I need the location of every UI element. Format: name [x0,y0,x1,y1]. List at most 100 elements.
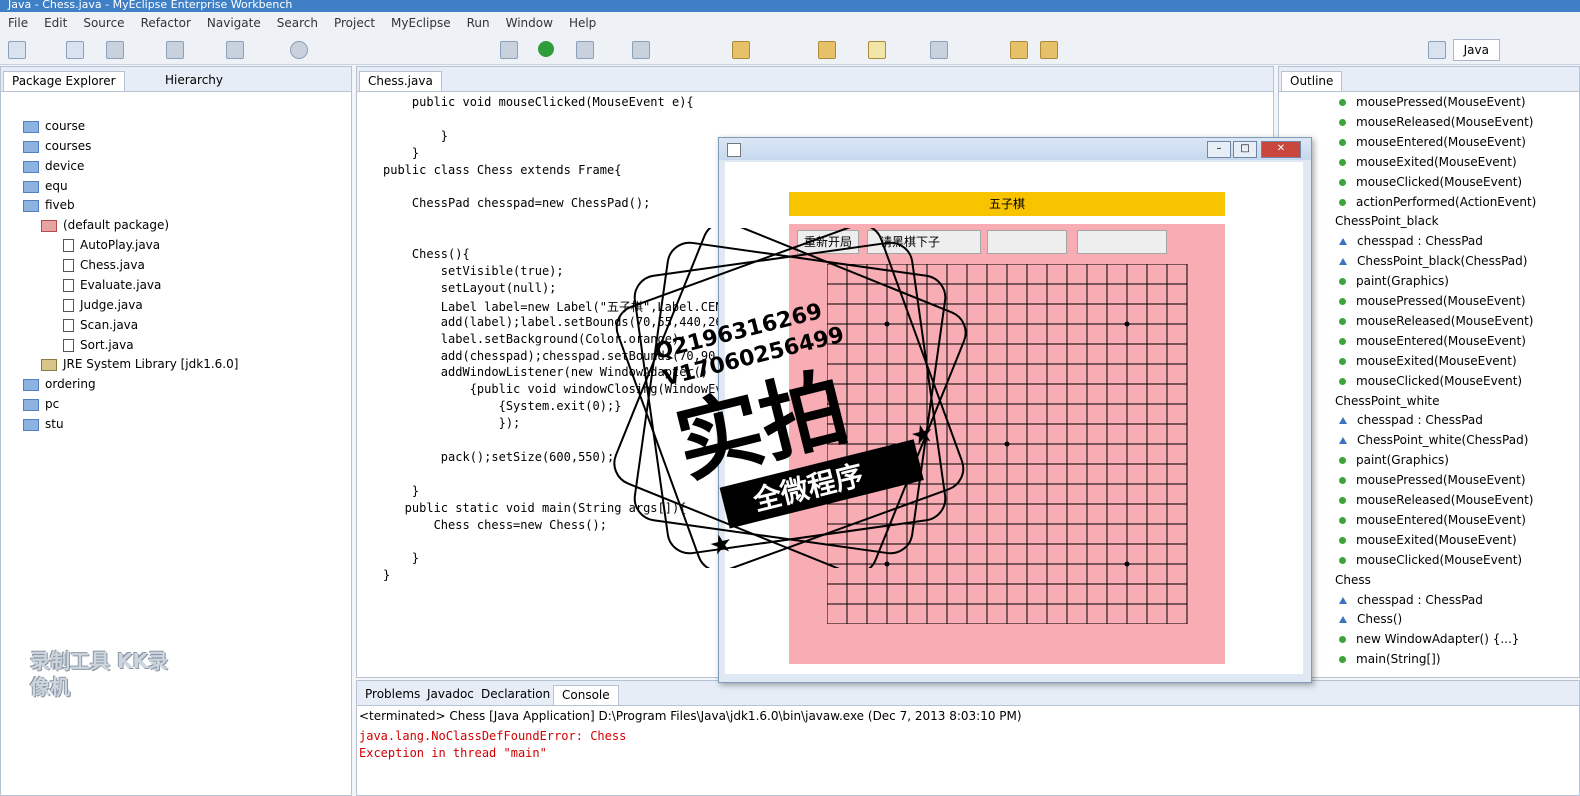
outline-member[interactable]: mouseClicked(MouseEvent) [1339,175,1522,189]
tab-hierarchy[interactable]: Hierarchy [157,71,231,90]
menu-refactor[interactable]: Refactor [133,16,199,30]
tree-item-autoplay[interactable]: AutoPlay.java [63,238,160,252]
tree-item-default-package[interactable]: (default package) [41,218,169,232]
toggle-mark-icon[interactable] [868,41,886,59]
outline-member[interactable]: mouseClicked(MouseEvent) [1339,553,1522,567]
constructor-icon [1339,258,1347,266]
debug-icon[interactable] [500,41,518,59]
tree-item-equ[interactable]: equ [23,179,68,193]
tab-console[interactable]: Console [553,685,619,705]
back-icon[interactable] [1010,41,1028,59]
tree-item-pc[interactable]: pc [23,397,59,411]
outline-member[interactable]: chesspad : ChessPad [1339,234,1483,248]
chess-pad[interactable]: 重新开局 请黑棋下子 [789,224,1225,664]
outline-member[interactable]: mouseClicked(MouseEvent) [1339,374,1522,388]
outline-member[interactable]: mousePressed(MouseEvent) [1339,473,1526,487]
tree-item-courses[interactable]: courses [23,139,91,153]
outline-member[interactable]: mouseReleased(MouseEvent) [1339,314,1533,328]
outline-member[interactable]: mouseExited(MouseEvent) [1339,354,1517,368]
tree-item-device[interactable]: device [23,159,84,173]
outline-class[interactable]: Chess [1335,573,1371,587]
menu-file[interactable]: File [0,16,36,30]
tree-item-evaluate[interactable]: Evaluate.java [63,278,161,292]
tree-item-fiveb[interactable]: fiveb [23,198,75,212]
outline-member[interactable]: ChessPoint_black(ChessPad) [1339,254,1527,268]
run-icon[interactable] [538,41,554,57]
menu-edit[interactable]: Edit [36,16,75,30]
outline-member[interactable]: ChessPoint_white(ChessPad) [1339,433,1528,447]
outline-member[interactable]: mouseExited(MouseEvent) [1339,533,1517,547]
tree-item-jre[interactable]: JRE System Library [jdk1.6.0] [41,357,238,371]
tree-item-judge[interactable]: Judge.java [63,298,143,312]
tree-item-stu[interactable]: stu [23,417,64,431]
outline-member[interactable]: main(String[]) [1339,652,1441,666]
method-icon [1339,497,1346,504]
outline-label: paint(Graphics) [1356,274,1449,289]
globe-icon[interactable] [290,41,308,59]
code-line: } [383,483,420,498]
save-icon[interactable] [66,41,84,59]
menu-myeclipse[interactable]: MyEclipse [383,16,459,30]
tree-item-course[interactable]: course [23,119,85,133]
menu-navigate[interactable]: Navigate [199,16,269,30]
outline-class[interactable]: ChessPoint_black [1335,214,1439,228]
outline-member[interactable]: Chess() [1339,612,1402,626]
open-type-icon[interactable] [732,41,750,59]
tab-problems[interactable]: Problems [357,685,428,704]
tab-declaration[interactable]: Declaration [473,685,558,704]
outline-member[interactable]: mousePressed(MouseEvent) [1339,95,1526,109]
perspective-java[interactable]: Java [1452,39,1500,61]
forward-icon[interactable] [1040,41,1058,59]
tab-chess-java[interactable]: Chess.java [359,71,442,91]
console-header: <terminated> Chess [Java Application] D:… [359,709,1022,723]
gomoku-board[interactable] [827,264,1189,624]
outline-member[interactable]: paint(Graphics) [1339,274,1449,288]
java-file-icon [63,299,74,312]
server-icon[interactable] [166,41,184,59]
outline-member[interactable]: mouseReleased(MouseEvent) [1339,493,1533,507]
menu-search[interactable]: Search [269,16,326,30]
outline-member[interactable]: paint(Graphics) [1339,453,1449,467]
outline-member[interactable]: new WindowAdapter() {...} [1339,632,1519,646]
menu-project[interactable]: Project [326,16,383,30]
outline-member[interactable]: mouseEntered(MouseEvent) [1339,135,1526,149]
close-button[interactable]: ✕ [1261,141,1301,158]
tree-item-scan[interactable]: Scan.java [63,318,138,332]
tree-item-ordering[interactable]: ordering [23,377,96,391]
menu-run[interactable]: Run [459,16,498,30]
empty-field-1 [987,230,1067,254]
deploy-icon[interactable] [226,41,244,59]
maximize-button[interactable]: □ [1233,141,1257,158]
outline-label: mouseExited(MouseEvent) [1356,353,1517,368]
outline-class[interactable]: ChessPoint_white [1335,394,1440,408]
method-icon [1339,298,1346,305]
outline-member[interactable]: mousePressed(MouseEvent) [1339,294,1526,308]
build-icon[interactable] [106,41,124,59]
open-perspective-icon[interactable] [1428,41,1446,59]
menu-source[interactable]: Source [75,16,132,30]
outline-member[interactable]: chesspad : ChessPad [1339,413,1483,427]
new-icon[interactable] [8,41,26,59]
tab-outline[interactable]: Outline [1281,71,1343,91]
restart-button[interactable]: 重新开局 [797,230,859,254]
outline-member[interactable]: chesspad : ChessPad [1339,593,1483,607]
menu-window[interactable]: Window [498,16,561,30]
tab-package-explorer[interactable]: Package Explorer [3,71,125,91]
outline-member[interactable]: mouseEntered(MouseEvent) [1339,513,1526,527]
outline-member[interactable]: mouseEntered(MouseEvent) [1339,334,1526,348]
external-tools-icon[interactable] [576,41,594,59]
outline-member[interactable]: mouseExited(MouseEvent) [1339,155,1517,169]
tree-item-sort[interactable]: Sort.java [63,338,134,352]
folder-icon[interactable] [818,41,836,59]
code-line: } [383,551,420,566]
code-line: Label label=new Label("五子棋",Label.CENTER… [383,299,759,314]
outline-member[interactable]: mouseReleased(MouseEvent) [1339,115,1533,129]
star-point [884,321,890,327]
project-icon [23,378,39,391]
tree-item-chess[interactable]: Chess.java [63,258,145,272]
menu-help[interactable]: Help [561,16,604,30]
next-annotation-icon[interactable] [930,41,948,59]
new-class-icon[interactable] [632,41,650,59]
outline-member[interactable]: actionPerformed(ActionEvent) [1339,195,1536,209]
minimize-button[interactable]: – [1207,141,1231,158]
